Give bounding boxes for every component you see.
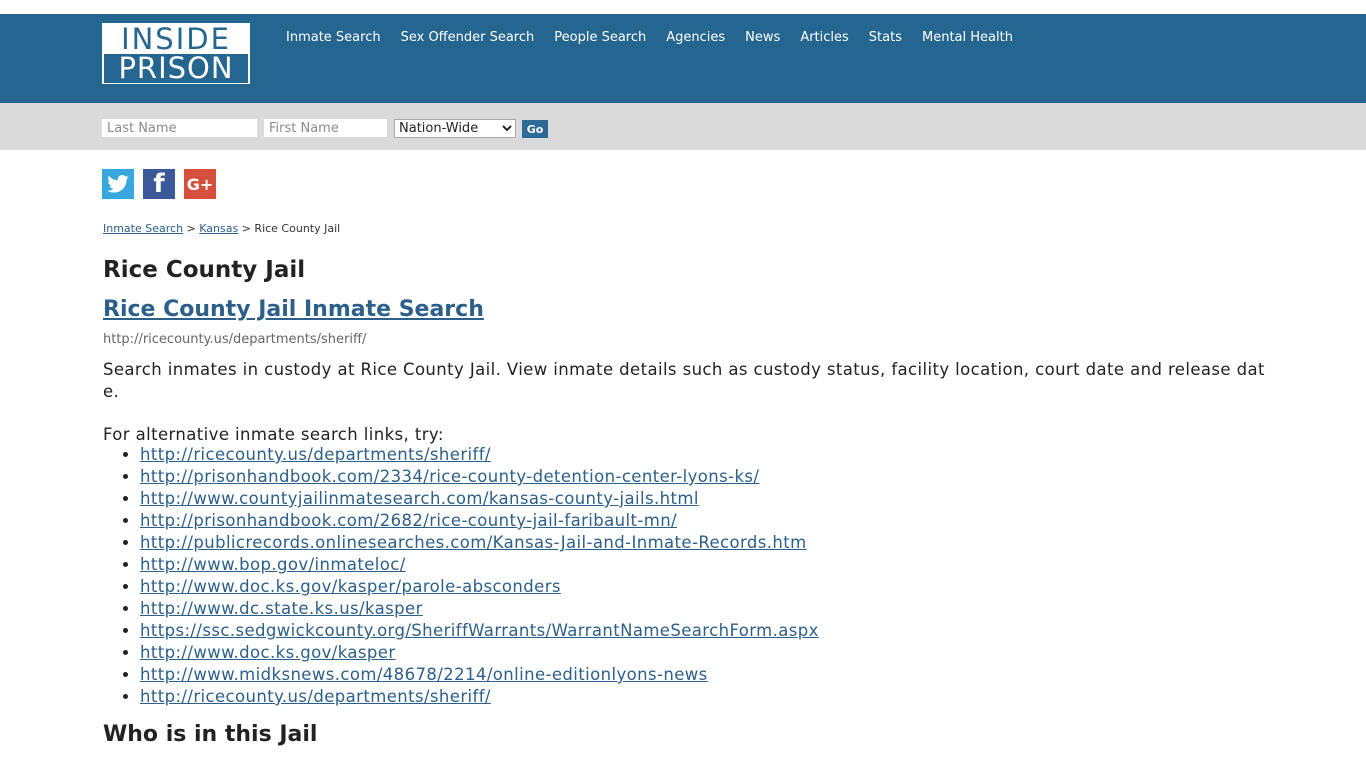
list-item: https://ssc.sedgwickcounty.org/SheriffWa…	[140, 620, 1273, 642]
alt-link[interactable]: https://ssc.sedgwickcounty.org/SheriffWa…	[140, 621, 819, 640]
breadcrumb-separator: >	[186, 222, 196, 235]
inmate-search-bar: Nation-Wide Go	[0, 103, 1366, 150]
alternative-links-intro: For alternative inmate search links, try…	[103, 425, 444, 444]
alt-link[interactable]: http://prisonhandbook.com/2682/rice-coun…	[140, 511, 677, 530]
breadcrumb: Inmate Search > Kansas > Rice County Jai…	[103, 222, 1273, 235]
list-item: http://www.bop.gov/inmateloc/	[140, 554, 1273, 576]
state-select[interactable]: Nation-Wide	[394, 119, 516, 138]
inmate-search-heading: Rice County Jail Inmate Search	[103, 297, 1273, 322]
twitter-share-button[interactable]	[102, 169, 134, 199]
breadcrumb-current: Rice County Jail	[254, 222, 341, 235]
list-item: http://www.countyjailinmatesearch.com/ka…	[140, 488, 1273, 510]
logo-line-1: INSIDE	[103, 24, 249, 55]
alt-link[interactable]: http://prisonhandbook.com/2334/rice-coun…	[140, 467, 759, 486]
google-plus-share-button[interactable]: G+	[184, 169, 216, 199]
twitter-icon	[107, 175, 129, 193]
alt-link[interactable]: http://www.doc.ks.gov/kasper/parole-absc…	[140, 577, 561, 596]
list-item: http://prisonhandbook.com/2682/rice-coun…	[140, 510, 1273, 532]
alternative-links-list: http://ricecounty.us/departments/sheriff…	[103, 444, 1273, 708]
nav-people-search[interactable]: People Search	[554, 30, 646, 45]
breadcrumb-inmate-search[interactable]: Inmate Search	[103, 222, 183, 235]
page-title: Rice County Jail	[103, 257, 306, 283]
go-button[interactable]: Go	[522, 120, 548, 138]
site-header: INSIDE PRISON Inmate Search Sex Offender…	[0, 14, 1366, 103]
logo-line-2: PRISON	[104, 54, 248, 83]
nav-news[interactable]: News	[745, 30, 780, 45]
list-item: http://publicrecords.onlinesearches.com/…	[140, 532, 1273, 554]
nav-mental-health[interactable]: Mental Health	[922, 30, 1013, 45]
description: Search inmates in custody at Rice County…	[103, 360, 1265, 401]
social-share: f G+	[102, 169, 225, 199]
nav-articles[interactable]: Articles	[800, 30, 848, 45]
main-content: Inmate Search > Kansas > Rice County Jai…	[103, 222, 1273, 747]
alt-link[interactable]: http://www.countyjailinmatesearch.com/ka…	[140, 489, 699, 508]
nav-agencies[interactable]: Agencies	[666, 30, 725, 45]
nav-stats[interactable]: Stats	[869, 30, 902, 45]
nav-sex-offender-search[interactable]: Sex Offender Search	[401, 30, 535, 45]
alt-link[interactable]: http://www.midksnews.com/48678/2214/onli…	[140, 665, 708, 684]
alt-link[interactable]: http://ricecounty.us/departments/sheriff…	[140, 687, 491, 706]
who-is-in-jail-heading: Who is in this Jail	[103, 722, 318, 747]
alt-link[interactable]: http://www.bop.gov/inmateloc/	[140, 555, 406, 574]
nav-inmate-search[interactable]: Inmate Search	[286, 30, 381, 45]
alt-link[interactable]: http://www.doc.ks.gov/kasper	[140, 643, 396, 662]
alt-link[interactable]: http://www.dc.state.ks.us/kasper	[140, 599, 423, 618]
google-plus-icon: G+	[186, 174, 214, 194]
alt-link[interactable]: http://publicrecords.onlinesearches.com/…	[140, 533, 807, 552]
list-item: http://ricecounty.us/departments/sheriff…	[140, 444, 1273, 466]
facebook-share-button[interactable]: f	[143, 169, 175, 199]
list-item: http://www.doc.ks.gov/kasper/parole-absc…	[140, 576, 1273, 598]
list-item: http://prisonhandbook.com/2334/rice-coun…	[140, 466, 1273, 488]
breadcrumb-kansas[interactable]: Kansas	[199, 222, 238, 235]
top-strip	[0, 0, 1366, 14]
list-item: http://ricecounty.us/departments/sheriff…	[140, 686, 1273, 708]
source-url: http://ricecounty.us/departments/sheriff…	[103, 332, 367, 347]
main-nav: Inmate Search Sex Offender Search People…	[286, 30, 1033, 45]
list-item: http://www.dc.state.ks.us/kasper	[140, 598, 1273, 620]
alt-link[interactable]: http://ricecounty.us/departments/sheriff…	[140, 445, 491, 464]
first-name-input[interactable]	[264, 119, 387, 137]
facebook-icon: f	[153, 169, 165, 199]
last-name-input[interactable]	[102, 119, 257, 137]
breadcrumb-separator: >	[241, 222, 251, 235]
list-item: http://www.midksnews.com/48678/2214/onli…	[140, 664, 1273, 686]
list-item: http://www.doc.ks.gov/kasper	[140, 642, 1273, 664]
inside-prison-logo[interactable]: INSIDE PRISON	[102, 23, 250, 84]
inmate-search-link[interactable]: Rice County Jail Inmate Search	[103, 297, 484, 322]
